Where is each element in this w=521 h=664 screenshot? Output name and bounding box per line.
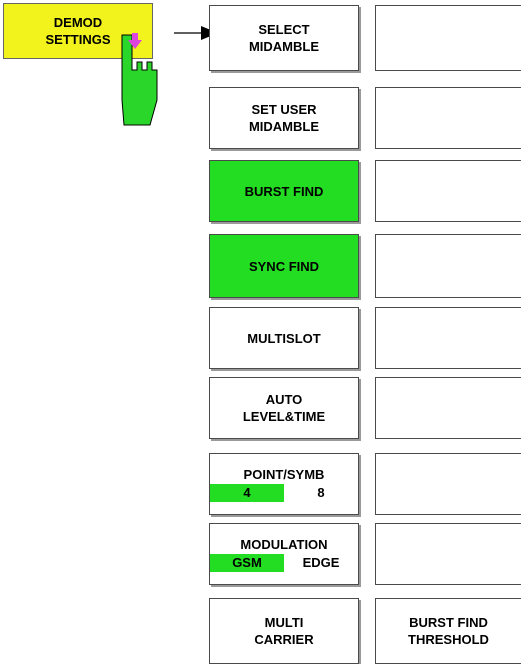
modulation-options: GSM EDGE bbox=[210, 554, 358, 572]
softkey-label-line1: BURST FIND bbox=[409, 615, 488, 630]
burst-find-button[interactable]: BURST FIND bbox=[209, 160, 359, 222]
softkey-label-line1: AUTO bbox=[265, 392, 303, 407]
right-softkey-1[interactable] bbox=[375, 5, 521, 71]
point-symb-options: 4 8 bbox=[210, 484, 358, 502]
softkey-label-line1: SYNC FIND bbox=[248, 258, 320, 274]
option-8: 8 bbox=[317, 485, 325, 500]
point-symb-toggle-button[interactable]: POINT/SYMB 4 8 bbox=[209, 453, 359, 515]
option-4: 4 bbox=[210, 484, 284, 502]
auto-level-time-button[interactable]: AUTO LEVEL&TIME bbox=[209, 377, 359, 439]
right-softkey-4[interactable] bbox=[375, 234, 521, 298]
modulation-toggle-button[interactable]: MODULATION GSM EDGE bbox=[209, 523, 359, 585]
softkey-label-line1: MULTISLOT bbox=[247, 330, 321, 346]
demod-settings-line1: DEMOD bbox=[53, 15, 103, 30]
right-softkey-6[interactable] bbox=[375, 377, 521, 439]
softkey-label-line1: MULTI bbox=[264, 615, 304, 630]
option-edge: EDGE bbox=[302, 555, 340, 570]
set-user-midamble-button[interactable]: SET USER MIDAMBLE bbox=[209, 87, 359, 149]
softkey-label-line1: BURST FIND bbox=[244, 183, 324, 199]
softkey-label-line2: MIDAMBLE bbox=[248, 119, 320, 134]
pink-down-arrow-icon bbox=[128, 33, 142, 49]
softkey-label-line2: MIDAMBLE bbox=[248, 39, 320, 54]
right-softkey-5[interactable] bbox=[375, 307, 521, 369]
sync-find-button[interactable]: SYNC FIND bbox=[209, 234, 359, 298]
multi-carrier-button[interactable]: MULTI CARRIER bbox=[209, 598, 359, 664]
softkey-label-line1: SET USER bbox=[251, 102, 317, 117]
right-softkey-2[interactable] bbox=[375, 87, 521, 149]
softkey-label-line2: CARRIER bbox=[254, 632, 314, 647]
softkey-label-line1: POINT/SYMB bbox=[243, 467, 325, 482]
right-softkey-7[interactable] bbox=[375, 453, 521, 515]
softkey-label-line2: THRESHOLD bbox=[408, 632, 489, 647]
select-midamble-button[interactable]: SELECT MIDAMBLE bbox=[209, 5, 359, 71]
softkey-label-line2: LEVEL&TIME bbox=[242, 409, 326, 424]
right-softkey-8[interactable] bbox=[375, 523, 521, 585]
multislot-button[interactable]: MULTISLOT bbox=[209, 307, 359, 369]
burst-find-threshold-button[interactable]: BURST FIND THRESHOLD bbox=[375, 598, 521, 664]
softkey-label-line1: SELECT bbox=[258, 22, 310, 37]
right-softkey-3[interactable] bbox=[375, 160, 521, 222]
softkey-label-line1: MODULATION bbox=[240, 537, 328, 552]
option-gsm: GSM bbox=[210, 554, 284, 572]
